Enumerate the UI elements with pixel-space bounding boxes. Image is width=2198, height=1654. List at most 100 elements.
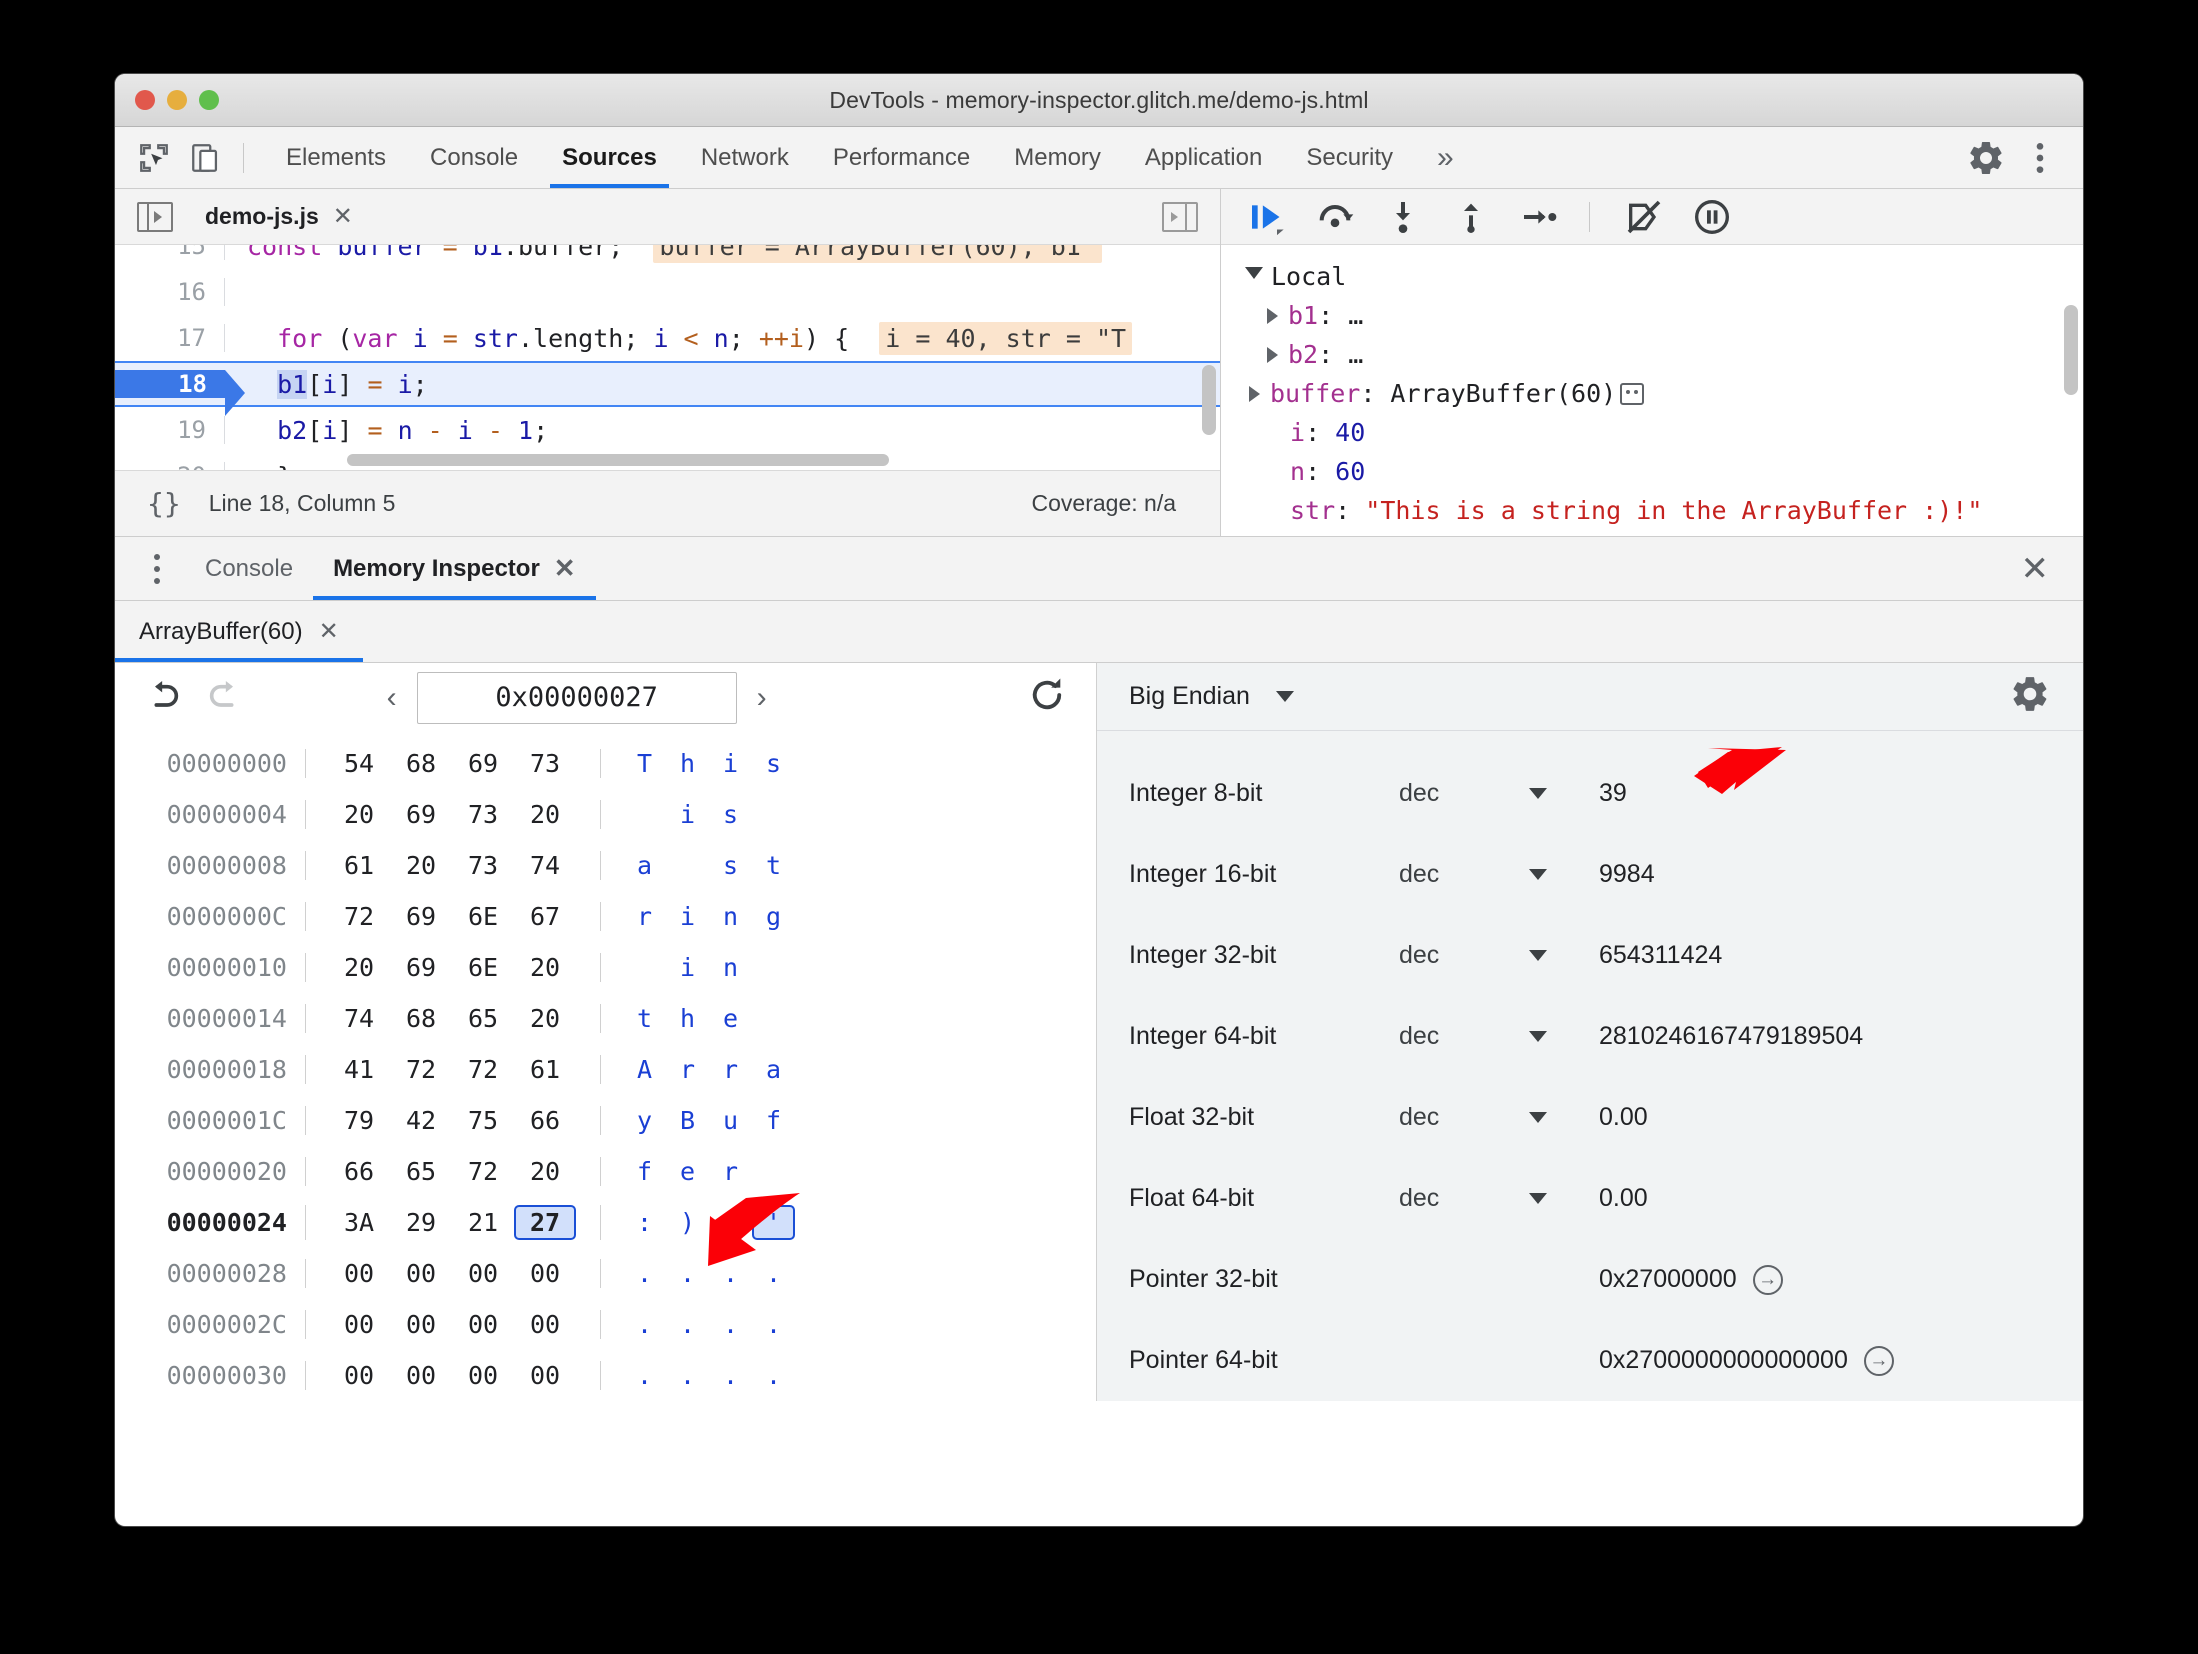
hex-byte[interactable]: 00 xyxy=(452,1310,514,1339)
chevron-down-icon[interactable] xyxy=(1529,1031,1547,1042)
close-icon[interactable]: ✕ xyxy=(554,553,576,584)
hex-row[interactable]: 00000030 00 00 00 00 . . . . xyxy=(115,1350,1096,1401)
scope-section-local[interactable]: Local xyxy=(1245,257,2083,296)
hex-byte[interactable]: 79 xyxy=(328,1106,390,1135)
hex-byte[interactable]: 67 xyxy=(514,902,576,931)
hex-byte[interactable]: 73 xyxy=(452,851,514,880)
hex-byte[interactable]: 66 xyxy=(328,1157,390,1186)
hex-byte[interactable]: 21 xyxy=(452,1208,514,1237)
hex-byte[interactable]: 3A xyxy=(328,1208,390,1237)
drawer-tab-memory-inspector[interactable]: Memory Inspector ✕ xyxy=(313,537,596,600)
hex-byte[interactable]: 41 xyxy=(328,1055,390,1084)
chevron-down-icon[interactable] xyxy=(1529,1112,1547,1123)
ascii-char[interactable]: g xyxy=(752,902,795,931)
hex-row-selected[interactable]: 00000024 3A 29 21 27 : ) ! ' xyxy=(115,1197,1096,1248)
hex-byte[interactable]: 00 xyxy=(452,1259,514,1288)
hex-ascii[interactable]: A r r a xyxy=(600,1055,795,1084)
hex-byte[interactable]: 72 xyxy=(390,1055,452,1084)
hex-byte[interactable]: 65 xyxy=(452,1004,514,1033)
refresh-icon[interactable] xyxy=(1026,674,1068,721)
jump-to-address-icon[interactable] xyxy=(1863,1345,1894,1376)
ascii-char[interactable]: T xyxy=(623,749,666,778)
hex-row[interactable]: 00000000 54 68 69 73 T h i s xyxy=(115,738,1096,789)
hex-byte[interactable]: 74 xyxy=(328,1004,390,1033)
value-mode-label[interactable]: dec xyxy=(1399,1103,1529,1132)
endianness-select[interactable]: Big Endian xyxy=(1129,682,1294,711)
hex-byte[interactable]: 00 xyxy=(390,1361,452,1390)
step-into-icon[interactable] xyxy=(1383,197,1423,237)
undo-icon[interactable] xyxy=(143,675,183,720)
hex-row[interactable]: 00000020 66 65 72 20 f e r xyxy=(115,1146,1096,1197)
hex-row[interactable]: 0000002C 00 00 00 00 . . . . xyxy=(115,1299,1096,1350)
hex-viewer[interactable]: 00000000 54 68 69 73 T h i s 00000004 20… xyxy=(115,732,1096,1401)
ascii-char[interactable]: h xyxy=(666,749,709,778)
tab-network[interactable]: Network xyxy=(679,127,811,188)
ascii-char[interactable]: r xyxy=(666,1055,709,1084)
hex-byte[interactable]: 00 xyxy=(328,1361,390,1390)
hex-byte[interactable]: 00 xyxy=(452,1361,514,1390)
hex-bytes[interactable]: 66 65 72 20 xyxy=(305,1157,576,1186)
value-mode-dropdown[interactable] xyxy=(1529,1112,1599,1123)
close-icon[interactable]: ✕ xyxy=(319,617,339,646)
more-options-icon[interactable] xyxy=(2017,135,2063,181)
ascii-char[interactable]: ! xyxy=(709,1208,752,1237)
hex-bytes[interactable]: 79 42 75 66 xyxy=(305,1106,576,1135)
hex-bytes[interactable]: 74 68 65 20 xyxy=(305,1004,576,1033)
hex-byte[interactable]: 65 xyxy=(390,1157,452,1186)
hex-bytes[interactable]: 41 72 72 61 xyxy=(305,1055,576,1084)
ascii-char[interactable]: e xyxy=(666,1157,709,1186)
ascii-char[interactable]: . xyxy=(752,1310,795,1339)
value-mode-dropdown[interactable] xyxy=(1529,1031,1599,1042)
hex-byte[interactable]: 29 xyxy=(390,1208,452,1237)
drawer-tab-console[interactable]: Console xyxy=(185,537,313,600)
hex-byte[interactable]: 20 xyxy=(514,1004,576,1033)
ascii-char[interactable]: n xyxy=(709,953,752,982)
hex-row[interactable]: 0000001C 79 42 75 66 y B u f xyxy=(115,1095,1096,1146)
ascii-char[interactable]: u xyxy=(709,1106,752,1135)
value-mode-label[interactable]: dec xyxy=(1399,941,1529,970)
hex-ascii[interactable]: y B u f xyxy=(600,1106,795,1135)
scope-entry-b1[interactable]: b1 : … xyxy=(1245,296,2083,335)
scope-entry-i[interactable]: i : 40 xyxy=(1245,413,2083,452)
hex-byte[interactable]: 00 xyxy=(328,1310,390,1339)
hex-byte[interactable]: 69 xyxy=(390,902,452,931)
hex-byte[interactable]: 72 xyxy=(452,1157,514,1186)
ascii-char[interactable]: f xyxy=(623,1157,666,1186)
value-mode-label[interactable]: dec xyxy=(1399,860,1529,889)
jump-to-address-icon[interactable] xyxy=(1752,1264,1783,1295)
tab-elements[interactable]: Elements xyxy=(264,127,408,188)
hex-byte[interactable]: 69 xyxy=(452,749,514,778)
value-mode-dropdown[interactable] xyxy=(1529,788,1599,799)
ascii-char[interactable]: . xyxy=(752,1361,795,1390)
show-navigator-icon[interactable] xyxy=(137,201,173,232)
scope-entry-buffer[interactable]: buffer : ArrayBuffer(60) xyxy=(1245,374,2083,413)
hex-byte[interactable]: 20 xyxy=(328,800,390,829)
step-over-icon[interactable] xyxy=(1315,197,1355,237)
tab-application[interactable]: Application xyxy=(1123,127,1284,188)
hex-byte[interactable]: 73 xyxy=(514,749,576,778)
hex-bytes[interactable]: 72 69 6E 67 xyxy=(305,902,576,931)
hex-row[interactable]: 00000028 00 00 00 00 . . . . xyxy=(115,1248,1096,1299)
hex-bytes[interactable]: 00 00 00 00 xyxy=(305,1259,576,1288)
hex-byte[interactable]: 6E xyxy=(452,902,514,931)
hex-byte[interactable]: 6E xyxy=(452,953,514,982)
more-tabs-icon[interactable]: » xyxy=(1415,127,1476,188)
ascii-char[interactable]: s xyxy=(709,800,752,829)
buffer-tab-arraybuffer[interactable]: ArrayBuffer(60) ✕ xyxy=(115,601,363,662)
hex-byte[interactable]: 20 xyxy=(514,1157,576,1186)
editor-horizontal-scrollbar[interactable] xyxy=(347,454,889,466)
ascii-char[interactable]: t xyxy=(623,1004,666,1033)
close-drawer-icon[interactable]: ✕ xyxy=(1987,537,2084,600)
pause-on-exceptions-icon[interactable] xyxy=(1692,197,1732,237)
hex-byte[interactable]: 68 xyxy=(390,1004,452,1033)
hex-bytes[interactable]: 00 00 00 00 xyxy=(305,1361,576,1390)
hex-row[interactable]: 0000000C 72 69 6E 67 r i n g xyxy=(115,891,1096,942)
hex-ascii[interactable]: . . . . xyxy=(600,1361,795,1390)
hex-byte[interactable]: 00 xyxy=(328,1259,390,1288)
ascii-char[interactable]: r xyxy=(709,1055,752,1084)
hex-bytes[interactable]: 00 00 00 00 xyxy=(305,1310,576,1339)
chevron-down-icon[interactable] xyxy=(1529,869,1547,880)
code-editor[interactable]: 15 const buffer = b1.buffer; buffer = Ar… xyxy=(115,245,1220,470)
ascii-char[interactable]: . xyxy=(666,1310,709,1339)
value-mode-dropdown[interactable] xyxy=(1529,869,1599,880)
